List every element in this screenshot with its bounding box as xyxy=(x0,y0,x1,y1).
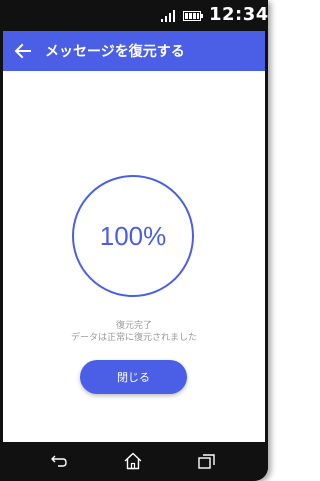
battery-icon xyxy=(183,11,203,21)
navigation-bar xyxy=(0,442,268,481)
progress-ring: 100% xyxy=(72,175,194,297)
back-icon[interactable] xyxy=(50,453,68,469)
status-time: 12:34 xyxy=(209,4,268,25)
restore-content: 100% 復元完了 データは正常に復元されました 閉じる xyxy=(3,71,265,442)
phone-frame: 12:34 メッセージを復元する 100% 復元完了 データは正常に復元されまし… xyxy=(0,0,268,481)
recents-icon[interactable] xyxy=(198,453,216,469)
status-bar: 12:34 xyxy=(3,0,268,31)
close-button[interactable]: 閉じる xyxy=(80,360,187,394)
app-bar: メッセージを復元する xyxy=(3,31,265,71)
status-message: データは正常に復元されました xyxy=(70,333,197,343)
signal-icon xyxy=(161,10,175,22)
progress-value: 100% xyxy=(99,221,167,251)
page-title: メッセージを復元する xyxy=(45,44,185,60)
home-icon[interactable] xyxy=(123,452,143,470)
arrow-left-icon[interactable] xyxy=(13,41,33,61)
